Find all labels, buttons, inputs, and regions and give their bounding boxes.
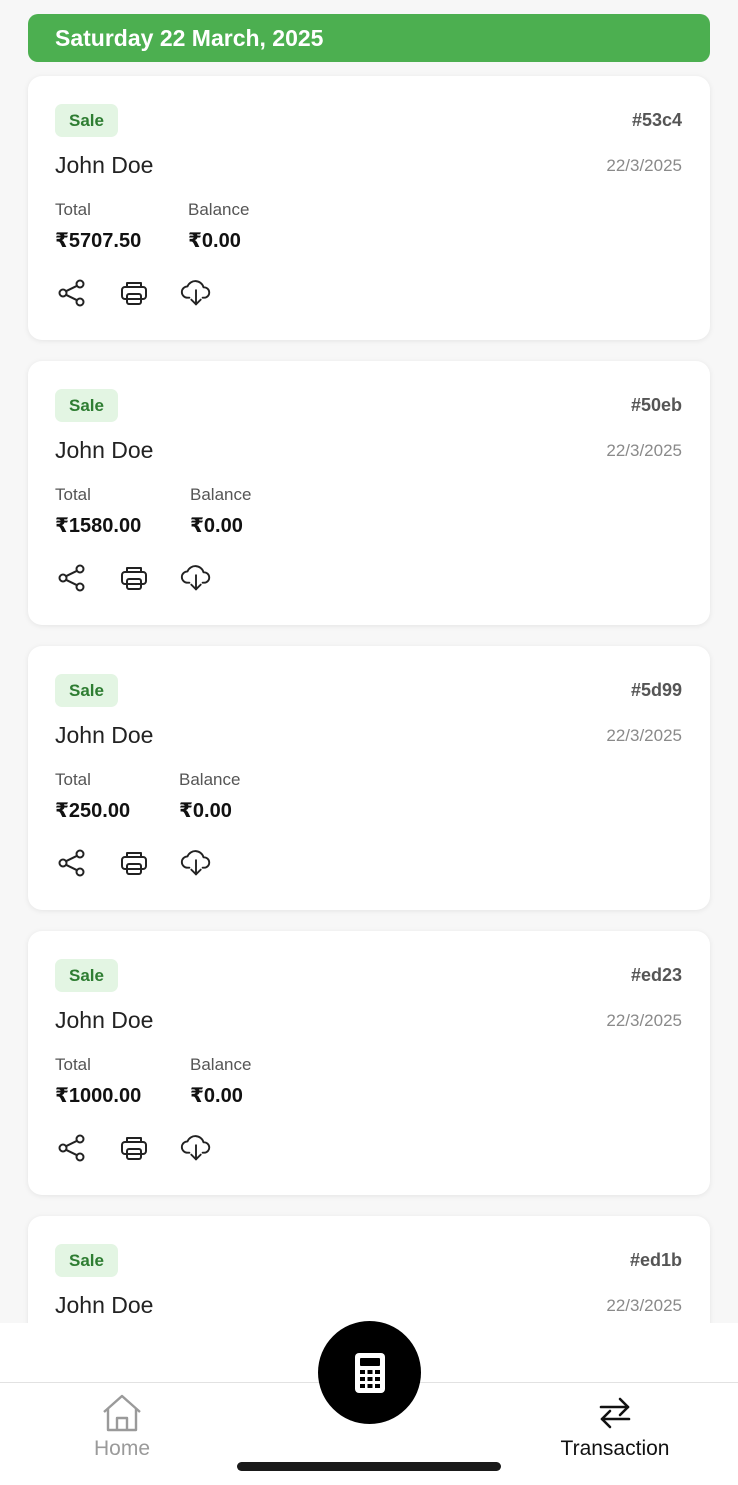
transaction-id: #5d99 xyxy=(630,680,682,700)
transaction-date: 22/3/2025 xyxy=(606,726,682,745)
card-actions xyxy=(55,1131,213,1165)
calculator-fab[interactable] xyxy=(318,1321,421,1424)
transaction-date: 22/3/2025 xyxy=(606,1011,682,1030)
total-value: ₹1580.00 xyxy=(55,515,142,537)
share-icon[interactable] xyxy=(55,1131,89,1165)
printer-icon[interactable] xyxy=(117,1131,151,1165)
cloud-download-icon[interactable] xyxy=(179,276,213,310)
share-icon[interactable] xyxy=(55,561,89,595)
transaction-id: #ed23 xyxy=(630,965,682,985)
balance-value: ₹0.00 xyxy=(190,1085,243,1107)
total-label: Total xyxy=(55,485,91,504)
balance-value: ₹0.00 xyxy=(188,230,241,252)
transaction-card[interactable]: Sale #5d99 John Doe 22/3/2025 Total ₹250… xyxy=(28,646,710,910)
total-value: ₹5707.50 xyxy=(55,230,142,252)
balance-label: Balance xyxy=(190,485,252,504)
card-actions xyxy=(55,561,213,595)
total-value: ₹1000.00 xyxy=(55,1085,142,1107)
cloud-download-icon[interactable] xyxy=(179,1131,213,1165)
balance-block: Balance ₹0.00 xyxy=(188,200,249,253)
balance-block: Balance ₹0.00 xyxy=(179,770,240,823)
customer-name: John Doe xyxy=(55,1292,154,1318)
date-group-header: Saturday 22 March, 2025 xyxy=(28,14,710,62)
customer-name: John Doe xyxy=(55,437,154,463)
card-actions xyxy=(55,276,213,310)
printer-icon[interactable] xyxy=(117,846,151,880)
total-value: ₹250.00 xyxy=(55,800,131,822)
nav-transaction[interactable]: Transaction xyxy=(545,1393,685,1461)
balance-label: Balance xyxy=(190,1055,252,1074)
transaction-card[interactable]: Sale #50eb John Doe 22/3/2025 Total ₹158… xyxy=(28,361,710,625)
transaction-id: #50eb xyxy=(630,395,682,415)
transaction-card[interactable]: Sale #ed1b John Doe 22/3/2025 xyxy=(28,1216,710,1323)
transaction-id: #53c4 xyxy=(631,110,682,130)
printer-icon[interactable] xyxy=(117,561,151,595)
nav-home[interactable]: Home xyxy=(52,1393,192,1461)
balance-value: ₹0.00 xyxy=(190,515,243,537)
cloud-download-icon[interactable] xyxy=(179,846,213,880)
transaction-card[interactable]: Sale #53c4 John Doe 22/3/2025 Total ₹570… xyxy=(28,76,710,340)
transaction-date: 22/3/2025 xyxy=(606,156,682,175)
customer-name: John Doe xyxy=(55,1007,154,1033)
transactions-screen: Saturday 22 March, 2025 Sale #53c4 John … xyxy=(0,0,738,1485)
transaction-date: 22/3/2025 xyxy=(606,441,682,460)
cloud-download-icon[interactable] xyxy=(179,561,213,595)
total-label: Total xyxy=(55,1055,91,1074)
transaction-date: 22/3/2025 xyxy=(606,1296,682,1315)
swap-arrows-icon xyxy=(599,1397,631,1429)
balance-block: Balance ₹0.00 xyxy=(190,485,251,538)
share-icon[interactable] xyxy=(55,846,89,880)
home-indicator xyxy=(237,1462,501,1471)
printer-icon[interactable] xyxy=(117,276,151,310)
total-block: Total ₹5707.50 xyxy=(55,200,141,253)
transaction-card[interactable]: Sale #ed23 John Doe 22/3/2025 Total ₹100… xyxy=(28,931,710,1195)
nav-home-label: Home xyxy=(93,1437,151,1460)
balance-label: Balance xyxy=(179,770,241,789)
type-badge: Sale xyxy=(55,389,118,422)
total-block: Total ₹1580.00 xyxy=(55,485,141,538)
total-block: Total ₹1000.00 xyxy=(55,1055,141,1108)
share-icon[interactable] xyxy=(55,276,89,310)
balance-block: Balance ₹0.00 xyxy=(190,1055,251,1108)
home-icon xyxy=(103,1394,141,1432)
type-badge: Sale xyxy=(55,1244,118,1277)
balance-value: ₹0.00 xyxy=(179,800,232,822)
type-badge: Sale xyxy=(55,104,118,137)
total-block: Total ₹250.00 xyxy=(55,770,130,823)
type-badge: Sale xyxy=(55,959,118,992)
nav-transaction-label: Transaction xyxy=(560,1437,670,1460)
customer-name: John Doe xyxy=(55,722,154,748)
type-badge: Sale xyxy=(55,674,118,707)
total-label: Total xyxy=(55,200,91,219)
customer-name: John Doe xyxy=(55,152,154,178)
balance-label: Balance xyxy=(188,200,250,219)
transaction-id: #ed1b xyxy=(629,1250,682,1270)
total-label: Total xyxy=(55,770,91,789)
calculator-icon xyxy=(354,1352,385,1393)
bottom-navigation: Home Transaction xyxy=(0,1321,738,1485)
transaction-list[interactable]: Saturday 22 March, 2025 Sale #53c4 John … xyxy=(0,0,738,1323)
card-actions xyxy=(55,846,213,880)
